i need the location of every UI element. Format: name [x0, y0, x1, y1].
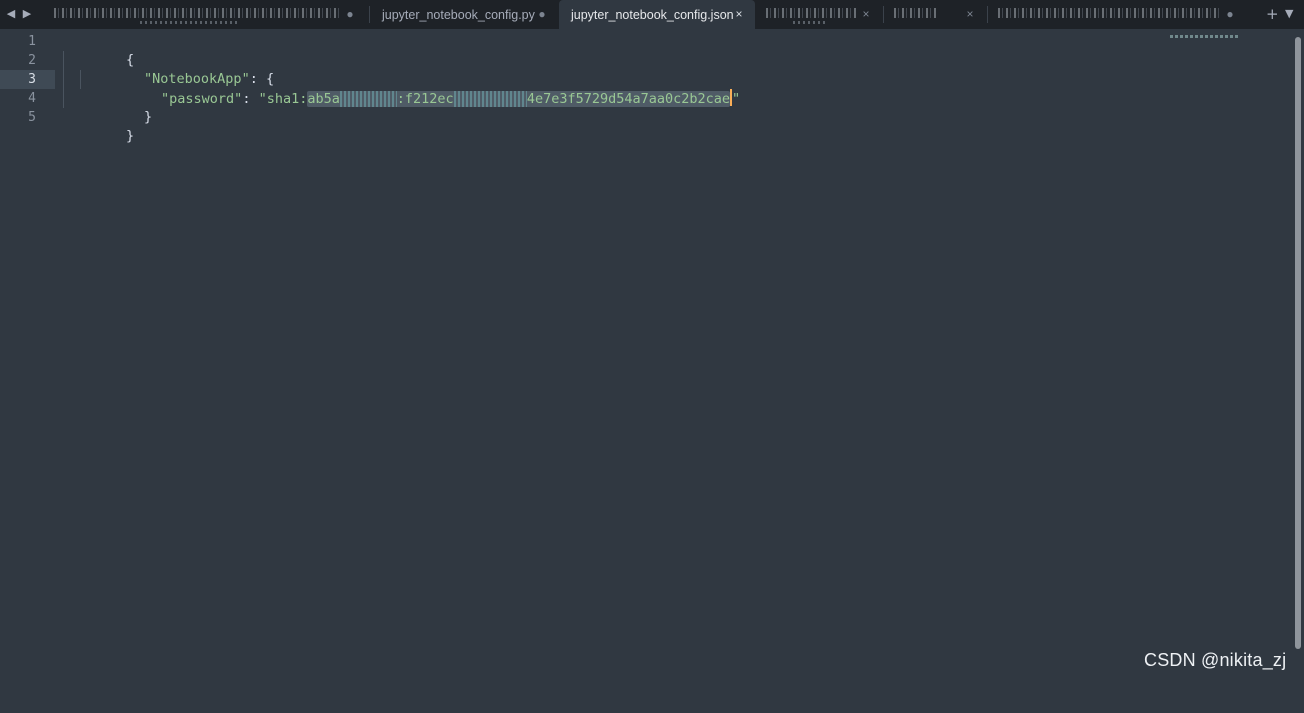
string-prefix: "sha1:	[258, 91, 308, 107]
tab-label: jupyter_notebook_config.py	[382, 7, 535, 22]
obscured-tab-label	[766, 8, 856, 24]
minimap-indicator[interactable]	[1170, 35, 1240, 38]
modified-dot-icon[interactable]: ●	[1223, 7, 1237, 21]
code-line-1: {	[61, 32, 134, 68]
string-suffix: "	[732, 91, 741, 107]
tab-1[interactable]: ●	[44, 0, 366, 29]
code-line-3: "password": "sha1:ab5a•••••••:f212ec••••…	[96, 70, 740, 107]
code-line-4: }	[79, 89, 152, 125]
modified-dot-icon[interactable]: ●	[343, 7, 357, 21]
tab-label: jupyter_notebook_config.json	[571, 7, 734, 22]
indent-guide	[63, 89, 64, 108]
selected-password-hash[interactable]: ab5a•••••••:f212ec•••••••••4e7e3f5729d54…	[307, 91, 731, 107]
line-number: 1	[28, 34, 36, 49]
indent-guide	[63, 70, 64, 89]
close-tab-icon[interactable]: ×	[963, 7, 977, 21]
tab-6[interactable]: ●	[988, 0, 1246, 29]
tab-4[interactable]: ×	[756, 0, 882, 29]
line-number: 4	[28, 91, 36, 106]
json-key-password: "password"	[161, 91, 243, 107]
line-number: 2	[28, 53, 36, 68]
line-number-gutter: 1 2 3 4 5	[0, 29, 44, 713]
line-number-current: 3	[28, 72, 36, 87]
close-brace: }	[144, 109, 153, 125]
redacted-hash-part: •••••••	[339, 91, 397, 107]
tab-bar: ◀ ▶ ● jupyter_notebook_config.py ● jupyt…	[0, 0, 1304, 29]
obscured-tab-label	[894, 8, 936, 18]
tab-config-py[interactable]: jupyter_notebook_config.py ●	[370, 0, 558, 29]
hash-part: :f212ec	[396, 91, 454, 107]
tab-navigation: ◀ ▶	[5, 4, 33, 24]
watermark-text: CSDN @nikita_zj	[1144, 650, 1287, 670]
code-line-2: "NotebookApp": {	[79, 51, 274, 87]
redacted-hash-part: •••••••••	[453, 91, 527, 107]
tab-5[interactable]: ×	[884, 0, 986, 29]
close-tab-icon[interactable]: ×	[859, 7, 873, 21]
previous-tab-icon[interactable]: ◀	[5, 4, 17, 24]
new-tab-button[interactable]: +	[1266, 4, 1279, 24]
tab-config-json[interactable]: jupyter_notebook_config.json ×	[559, 0, 755, 29]
obscured-tab-label	[998, 8, 1220, 18]
code-line-5: }	[61, 108, 134, 144]
sublime-text-window: ◀ ▶ ● jupyter_notebook_config.py ● jupyt…	[0, 0, 1304, 713]
indent-guide	[63, 51, 64, 70]
next-tab-icon[interactable]: ▶	[21, 4, 33, 24]
hash-part: ab5a	[307, 91, 340, 107]
vertical-scrollbar[interactable]	[1295, 37, 1301, 649]
colon: :	[242, 91, 259, 107]
close-brace: }	[126, 128, 135, 144]
hash-part: 4e7e3f5729d54a7aa0c2b2cae	[526, 91, 731, 107]
obscured-tab-label	[54, 8, 340, 24]
modified-dot-icon[interactable]: ●	[535, 7, 549, 21]
line-number: 5	[28, 110, 36, 125]
tab-list-chevron-icon[interactable]: ▼	[1285, 4, 1293, 24]
editor-pane[interactable]: 1 2 3 4 5 { "NotebookApp": { "password":…	[0, 29, 1304, 713]
close-tab-icon[interactable]: ×	[732, 7, 746, 21]
indent-guide	[80, 70, 81, 89]
